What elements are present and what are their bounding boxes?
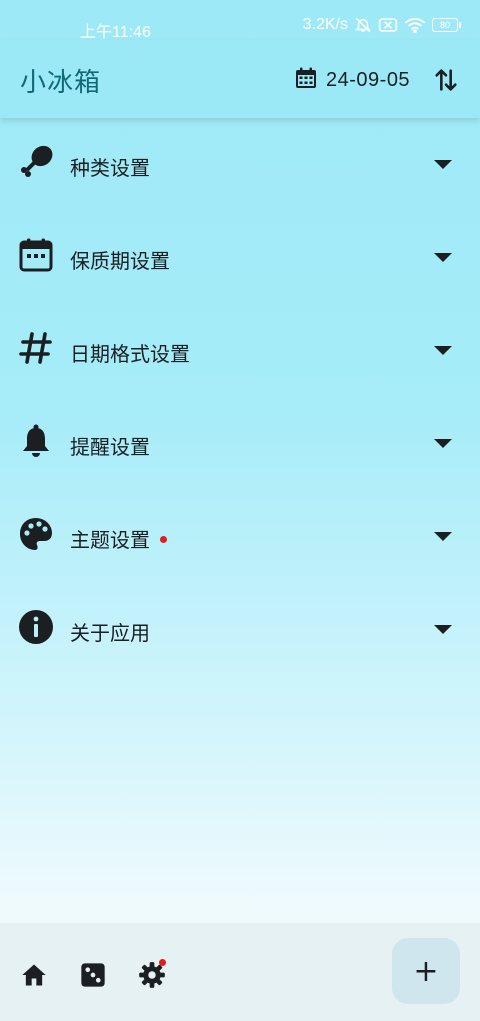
net-speed: 3.2K/s: [302, 16, 348, 33]
calendar-icon: [294, 66, 318, 94]
calendar-icon: [18, 237, 54, 273]
setting-reminder[interactable]: 提醒设置: [0, 397, 480, 490]
info-icon: [18, 609, 54, 645]
nav-random-button[interactable]: [79, 961, 107, 989]
app-title: 小冰箱: [20, 68, 102, 98]
no-sim-icon: [378, 17, 398, 33]
plus-icon: +: [413, 953, 439, 989]
setting-label: 日期格式设置: [70, 342, 190, 366]
app-bar: 小冰箱 24-09-05: [0, 40, 480, 118]
bell-icon: [18, 423, 54, 459]
wifi-icon: [404, 17, 426, 33]
new-badge: [160, 536, 167, 543]
setting-label: 主题设置: [70, 524, 167, 553]
setting-category[interactable]: 种类设置: [0, 118, 480, 211]
mute-bell-icon: [354, 16, 372, 34]
current-date: 24-09-05: [326, 68, 411, 91]
setting-label: 关于应用: [70, 621, 150, 645]
setting-theme[interactable]: 主题设置: [0, 490, 480, 583]
dice-icon: [81, 963, 105, 987]
chevron-down-icon: [432, 342, 454, 356]
setting-about[interactable]: 关于应用: [0, 583, 480, 676]
add-item-button[interactable]: +: [392, 938, 460, 1004]
chevron-down-icon: [432, 249, 454, 263]
chevron-down-icon: [432, 528, 454, 542]
sort-button[interactable]: [432, 66, 460, 94]
home-icon: [22, 964, 46, 986]
drumstick-icon: [18, 144, 54, 180]
setting-label: 种类设置: [70, 156, 150, 180]
settings-badge: [159, 959, 166, 966]
sort-icon: [435, 69, 457, 91]
status-time: 上午11:46: [80, 24, 151, 41]
battery-icon: 80: [432, 18, 461, 32]
chevron-down-icon: [432, 435, 454, 449]
setting-label-text: 主题设置: [70, 528, 150, 552]
setting-shelf-life[interactable]: 保质期设置: [0, 211, 480, 304]
nav-home-button[interactable]: [20, 961, 48, 989]
palette-icon: [18, 516, 54, 552]
settings-list: 种类设置 保质期设置 日期格式设置 提醒设置 主题设置 关于应用: [0, 118, 480, 676]
status-icons: 3.2K/s 80: [302, 16, 461, 34]
bottom-nav: +: [0, 923, 480, 1021]
chevron-down-icon: [432, 156, 454, 170]
nav-settings-button[interactable]: [138, 959, 166, 989]
date-picker[interactable]: 24-09-05: [294, 66, 410, 94]
setting-date-format[interactable]: 日期格式设置: [0, 304, 480, 397]
setting-label: 提醒设置: [70, 435, 150, 459]
hash-icon: [18, 330, 54, 366]
chevron-down-icon: [432, 621, 454, 635]
setting-label: 保质期设置: [70, 249, 170, 273]
